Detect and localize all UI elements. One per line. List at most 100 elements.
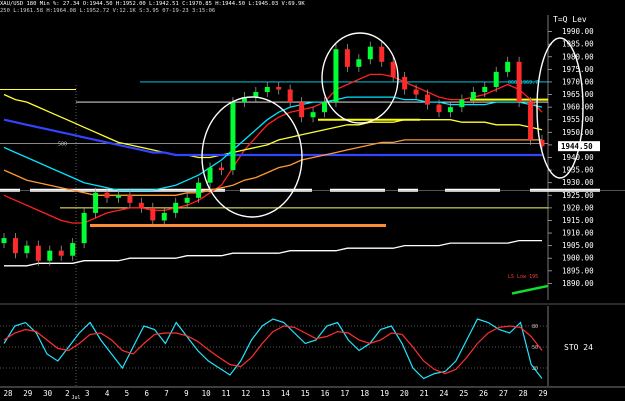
candle-body: [218, 167, 224, 171]
y-tick-label: 1980.00: [562, 52, 594, 61]
candle-body: [367, 46, 373, 60]
x-tick-label: 25: [459, 389, 468, 398]
y-tick-label: 1915.00: [562, 216, 594, 225]
y-tick-label: 1970.00: [562, 77, 594, 86]
x-tick-label: 20: [400, 389, 410, 398]
sto-value-label: STO 24: [564, 343, 593, 352]
candle-body: [47, 250, 53, 261]
y-tick-label: 1935.00: [562, 166, 594, 175]
candle-body: [161, 212, 167, 221]
candle-body: [207, 167, 213, 183]
candle-body: [493, 71, 499, 87]
candle-body: [253, 92, 259, 98]
x-tick-label: 14: [281, 389, 291, 398]
level-label: 500: [58, 141, 67, 147]
candle-body: [379, 46, 385, 62]
candle-body: [264, 86, 270, 93]
candle-body: [70, 243, 76, 256]
level-label: LS Low 195: [508, 274, 538, 280]
series-line: [3, 139, 542, 196]
candle-body: [333, 49, 339, 103]
candle-body: [287, 89, 293, 103]
x-tick-label: 27: [499, 389, 508, 398]
x-tick-label: 6: [144, 389, 149, 398]
y-tick-label: 1990.00: [562, 27, 594, 36]
y-tick-label: 1955.00: [562, 115, 594, 124]
candle-body: [390, 61, 396, 77]
x-tick-label: 18: [360, 389, 370, 398]
candle-body: [402, 76, 408, 90]
x-tick-label: 29: [23, 389, 32, 398]
candle-body: [356, 59, 362, 67]
x-tick-label: 10: [202, 389, 212, 398]
x-sublabel: Jul: [71, 395, 80, 401]
candle-body: [173, 202, 179, 213]
y-tick-label: 1890.00: [562, 279, 594, 288]
price-chart: 1890.00 1895.00 1900.00 1905.00 1910.00 1915.…: [0, 15, 625, 401]
x-tick-label: 21: [420, 389, 429, 398]
x-tick-label: 30: [43, 389, 53, 398]
y-tick-label: 1900.00: [562, 254, 594, 263]
x-tick-label: 19: [380, 389, 389, 398]
x-tick-label: 13: [261, 389, 270, 398]
x-tick-label: 12: [241, 389, 250, 398]
candle-body: [184, 197, 190, 203]
series-line: [3, 73, 543, 224]
candle-body: [528, 102, 534, 140]
candle-body: [115, 195, 121, 198]
candle-body: [196, 182, 202, 198]
candle-body: [505, 61, 511, 72]
candle-body: [310, 112, 316, 118]
y-tick-label: 1965.00: [562, 90, 594, 99]
candle-body: [344, 49, 350, 67]
trend-marker: [511, 284, 549, 295]
y-tick-label: 1930.00: [562, 178, 594, 187]
candle-body: [12, 238, 18, 254]
candle-body: [516, 61, 522, 103]
candle-body: [413, 89, 419, 95]
x-tick-label: 9: [184, 389, 189, 398]
x-tick-label: 15: [301, 389, 310, 398]
candle-body: [436, 104, 442, 113]
x-tick-label: 11: [221, 389, 230, 398]
level-label: 060 1969.7: [508, 80, 538, 86]
sto-ref-label: 80: [532, 324, 538, 330]
y-tick-label: 1950.00: [562, 128, 594, 137]
last-price-label: 1944.50: [561, 142, 593, 151]
candle-body: [81, 212, 87, 244]
candle-body: [276, 86, 282, 90]
candle-body: [470, 92, 476, 100]
candle-body: [138, 202, 144, 208]
y-tick-label: 1940.00: [562, 153, 594, 162]
x-tick-label: 5: [125, 389, 130, 398]
highlight-circle: [321, 32, 399, 124]
series-line: [4, 239, 542, 267]
y-tick-label: 1895.00: [562, 266, 594, 275]
candle-body: [150, 207, 156, 221]
x-tick-label: 3: [85, 389, 90, 398]
highlight-circle: [201, 96, 303, 218]
candle-body: [24, 245, 30, 254]
candle-body: [1, 238, 7, 244]
candle-body: [127, 195, 133, 203]
candle-body: [299, 102, 305, 118]
x-tick-label: 26: [479, 389, 489, 398]
candle-body: [93, 192, 99, 213]
candle-body: [425, 94, 431, 105]
candle-body: [230, 102, 236, 171]
sto-series-line: [3, 318, 543, 380]
x-tick-label: 16: [321, 389, 331, 398]
x-tick-label: 28: [3, 389, 13, 398]
x-tick-label: 24: [439, 389, 449, 398]
y-tick-label: 1920.00: [562, 203, 594, 212]
x-tick-label: 29: [538, 389, 547, 398]
candle-body: [58, 250, 64, 256]
candle-body: [459, 99, 465, 108]
candle-body: [322, 102, 328, 113]
x-tick-label: 17: [340, 389, 349, 398]
x-tick-label: 4: [105, 389, 110, 398]
y-tick-label: 1960.00: [562, 103, 594, 112]
sto-ref-label: 50: [532, 345, 538, 351]
series-line: [3, 118, 542, 157]
y-tick-label: 1925.00: [562, 191, 594, 200]
